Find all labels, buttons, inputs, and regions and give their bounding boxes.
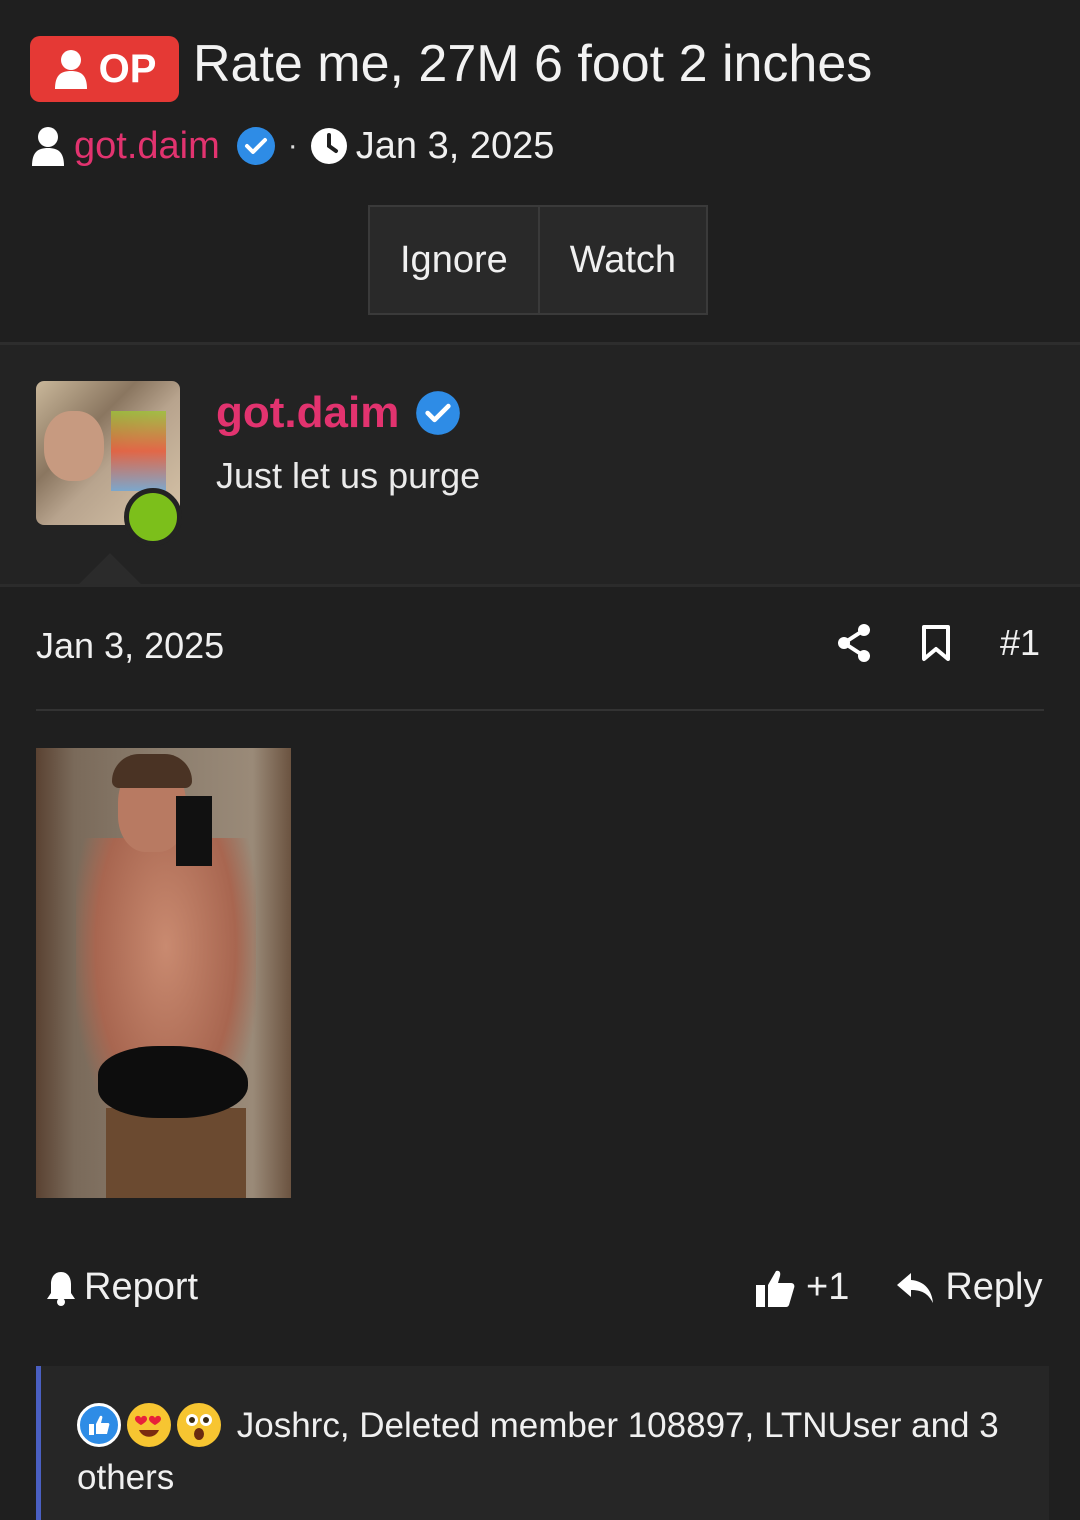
author-pointer-arrow xyxy=(78,553,142,585)
op-badge-label: OP xyxy=(98,46,157,91)
bookmark-icon[interactable] xyxy=(920,624,952,662)
post-attachment-image[interactable] xyxy=(36,748,291,1198)
post-actions: +1 Reply xyxy=(754,1266,1042,1309)
post-date[interactable]: Jan 3, 2025 xyxy=(36,625,224,667)
reply-button[interactable]: Reply xyxy=(895,1266,1042,1309)
reply-label: Reply xyxy=(945,1266,1043,1308)
user-icon xyxy=(54,50,87,89)
verified-badge-icon xyxy=(416,391,461,435)
online-status-indicator xyxy=(124,488,182,546)
like-button[interactable]: +1 xyxy=(754,1266,849,1309)
ignore-button[interactable]: Ignore xyxy=(370,207,538,313)
thread-actions: Ignore Watch xyxy=(368,205,709,315)
clock-icon xyxy=(310,128,347,164)
thread-meta: got.daim · Jan 3, 2025 xyxy=(30,120,554,172)
post-number-link[interactable]: #1 xyxy=(1000,622,1040,664)
user-icon xyxy=(32,127,64,166)
report-link[interactable]: Report xyxy=(44,1266,198,1309)
like-emoji-icon xyxy=(77,1402,121,1447)
divider xyxy=(0,584,1080,587)
astonished-emoji-icon xyxy=(177,1402,221,1447)
post-author-name: got.daim xyxy=(216,388,461,438)
user-title: Just let us purge xyxy=(216,455,481,496)
thread-author-link[interactable]: got.daim xyxy=(74,125,220,168)
like-count: +1 xyxy=(806,1266,850,1308)
thread-title: Rate me, 27M 6 foot 2 inches xyxy=(193,35,873,93)
heart-eyes-emoji-icon xyxy=(127,1402,171,1447)
thumbs-up-icon xyxy=(756,1270,795,1307)
reply-arrow-icon xyxy=(897,1272,934,1303)
meta-separator: · xyxy=(287,129,298,162)
post-author-link[interactable]: got.daim xyxy=(216,388,399,438)
op-badge: OP xyxy=(30,36,179,102)
thread-date: Jan 3, 2025 xyxy=(355,124,555,167)
reactions-bar[interactable]: Joshrc, Deleted member 108897, LTNUser a… xyxy=(36,1366,1049,1520)
bell-icon xyxy=(47,1271,75,1306)
divider xyxy=(36,709,1044,711)
post-tools: #1 xyxy=(836,622,1040,664)
watch-button[interactable]: Watch xyxy=(537,207,706,313)
report-label: Report xyxy=(84,1266,199,1308)
share-icon[interactable] xyxy=(836,623,872,663)
verified-badge-icon xyxy=(236,127,275,165)
reaction-summary[interactable]: Joshrc, Deleted member 108897, LTNUser a… xyxy=(77,1400,1027,1504)
